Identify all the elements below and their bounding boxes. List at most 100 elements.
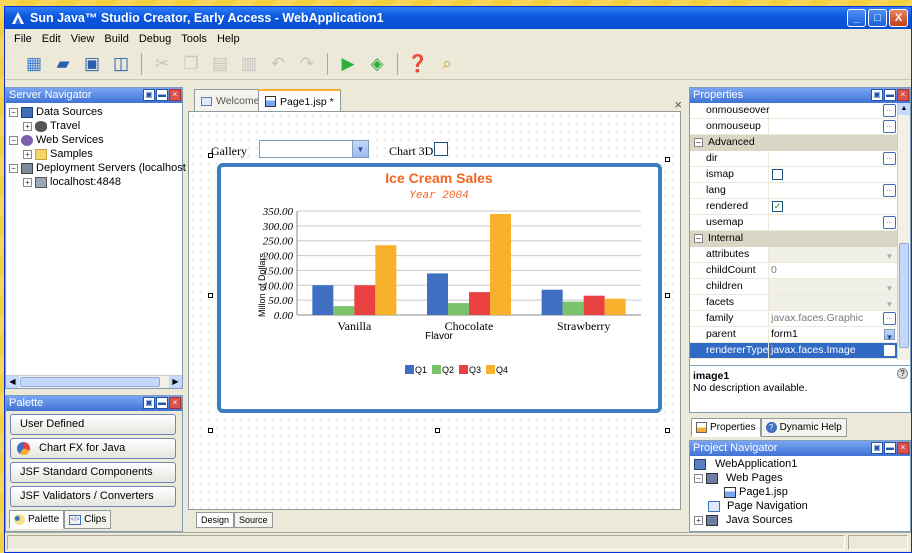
close-editor-icon[interactable]: × [674,97,682,112]
ellipsis-button[interactable]: ... [883,312,896,325]
checkbox-icon[interactable] [772,169,783,180]
tree-item-web-services[interactable]: − Web Services [9,134,104,146]
property-value[interactable]: ▼ [769,247,897,262]
property-row-family[interactable]: family javax.faces.Graphic... [690,311,897,327]
palette-jsf-standard-button[interactable]: JSF Standard Components [10,462,176,483]
panel-minimize-icon[interactable]: ▬ [156,397,168,409]
panel-restore-icon[interactable]: ▣ [871,442,883,454]
chevron-down-icon[interactable]: ▼ [884,249,895,261]
panel-minimize-icon[interactable]: ▬ [884,442,896,454]
property-value[interactable]: ▼ [769,295,897,310]
tree-item-travel[interactable]: + Travel [23,120,80,132]
delete-icon[interactable]: ▥ [236,51,262,77]
open-folder-icon[interactable]: ▰ [50,51,76,77]
menu-tools[interactable]: Tools [176,33,212,45]
property-value[interactable]: ... [769,119,897,134]
panel-restore-icon[interactable]: ▣ [143,89,155,101]
maximize-button[interactable]: □ [868,9,887,27]
tab-design[interactable]: Design [196,512,235,528]
scroll-up-icon[interactable]: ▲ [898,103,910,115]
property-row-lang[interactable]: lang... [690,183,897,199]
ellipsis-button[interactable]: ... [883,104,896,117]
chevron-down-icon[interactable]: ▼ [884,281,895,293]
tree-item-samples[interactable]: + Samples [23,148,93,160]
undo-icon[interactable]: ↶ [265,51,291,77]
ellipsis-button[interactable]: ... [883,120,896,133]
property-section-advanced[interactable]: − Advanced [690,135,897,151]
collapse-icon[interactable]: − [9,135,18,145]
menu-help[interactable]: Help [212,33,245,45]
search-icon[interactable]: ⌕ [434,51,460,77]
palette-jsf-validators-button[interactable]: JSF Validators / Converters [10,486,176,507]
panel-restore-icon[interactable]: ▣ [871,89,883,101]
tab-page1-jsp[interactable]: Page1.jsp * [258,89,341,112]
panel-minimize-icon[interactable]: ▬ [156,89,168,101]
property-row-attributes[interactable]: attributes ▼ [690,247,897,263]
collapse-icon[interactable]: − [694,138,703,147]
redo-icon[interactable]: ↷ [294,51,320,77]
expand-icon[interactable]: + [694,515,703,525]
selection-handle[interactable] [665,157,670,162]
property-value[interactable]: ... [769,103,897,118]
tree-item-page1-jsp[interactable]: Page1.jsp [724,486,788,498]
paste-icon[interactable]: ▤ [207,51,233,77]
ellipsis-button[interactable]: ... [883,216,896,229]
chevron-down-icon[interactable]: ▼ [884,329,895,342]
design-canvas[interactable]: Gallery ▼ Chart 3D Ice Cream Sales Year … [188,111,681,510]
selection-handle[interactable] [208,428,213,433]
property-row-onmouseover[interactable]: onmouseover... [690,103,897,119]
chevron-down-icon[interactable]: ▼ [884,297,895,309]
property-row-childcount[interactable]: childCount 0 [690,263,897,279]
minimize-button[interactable]: _ [847,9,866,27]
scroll-thumb[interactable] [20,377,160,387]
palette-user-defined-button[interactable]: User Defined [10,414,176,435]
collapse-icon[interactable]: − [9,163,18,173]
property-section-internal[interactable]: − Internal [690,231,897,247]
property-row-ismap[interactable]: ismap [690,167,897,183]
tab-properties[interactable]: Properties [691,418,761,437]
horizontal-scrollbar[interactable]: ◀ ▶ [6,375,182,388]
menu-build[interactable]: Build [99,33,133,45]
menu-file[interactable]: File [9,33,37,45]
collapse-icon[interactable]: − [694,473,703,483]
property-row-facets[interactable]: facets ▼ [690,295,897,311]
tab-dynamic-help[interactable]: ? Dynamic Help [760,418,847,437]
menu-view[interactable]: View [66,33,100,45]
debug-icon[interactable]: ◈ [364,51,390,77]
panel-close-icon[interactable]: × [897,442,909,454]
expand-icon[interactable]: + [23,149,32,159]
property-value[interactable]: ✓ [769,199,897,214]
checkbox-checked-icon[interactable]: ✓ [772,201,783,212]
gallery-dropdown[interactable]: ▼ [259,140,369,158]
panel-restore-icon[interactable]: ▣ [143,397,155,409]
help-icon[interactable]: ❓ [405,51,431,77]
property-value[interactable]: javax.faces.Graphic... [769,311,897,326]
property-value[interactable]: ... [769,215,897,230]
scroll-right-icon[interactable]: ▶ [169,376,182,388]
panel-close-icon[interactable]: × [169,89,181,101]
tab-welcome[interactable]: Welcome [194,89,267,112]
property-value[interactable]: ▼ [769,279,897,294]
chart-component[interactable]: Ice Cream Sales Year 2004 Millon of Doll… [217,163,662,413]
panel-close-icon[interactable]: × [169,397,181,409]
chevron-down-icon[interactable]: ▼ [352,141,368,157]
expand-icon[interactable]: + [23,177,32,187]
tree-item-web-pages[interactable]: − Web Pages [694,472,783,484]
scroll-thumb[interactable] [899,243,909,348]
panel-close-icon[interactable]: × [897,89,909,101]
ellipsis-button[interactable]: ... [883,184,896,197]
save-icon[interactable]: ▣ [79,51,105,77]
tree-item-localhost[interactable]: + localhost:4848 [23,176,121,188]
property-value[interactable]: ... [769,183,897,198]
save-all-icon[interactable]: ◫ [108,51,134,77]
tree-item-page-navigation[interactable]: Page Navigation [708,500,808,512]
copy-icon[interactable]: ❐ [178,51,204,77]
tree-item-java-sources[interactable]: + Java Sources [694,514,793,526]
collapse-icon[interactable]: − [9,107,18,117]
property-row-parent[interactable]: parent form1 ▼ [690,327,897,343]
run-icon[interactable]: ▶ [335,51,361,77]
selection-handle[interactable] [208,153,213,158]
selection-handle[interactable] [665,428,670,433]
collapse-icon[interactable]: − [694,234,703,243]
selection-handle[interactable] [208,293,213,298]
